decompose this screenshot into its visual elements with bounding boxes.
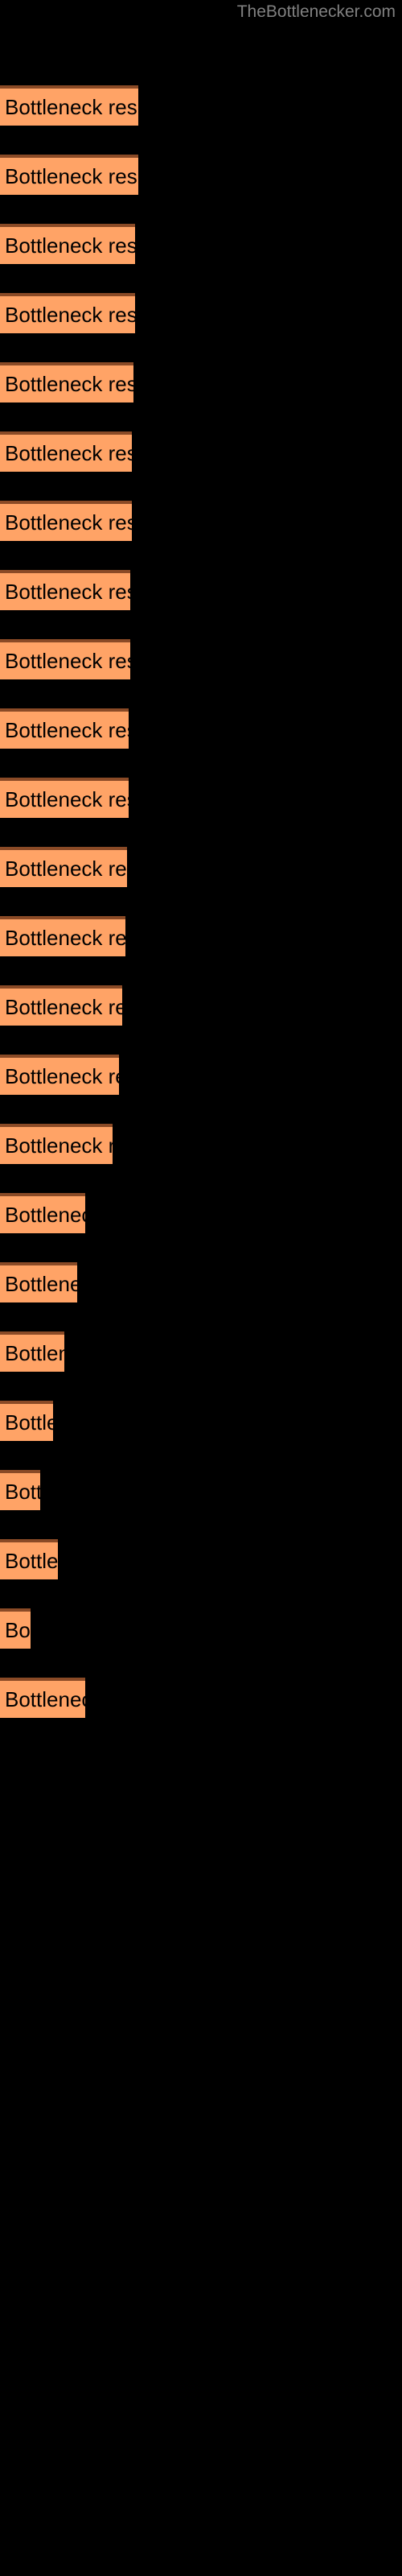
bar-item: Bottleneck result	[0, 1608, 31, 1649]
bar-label: Bottleneck result	[5, 510, 132, 535]
bar-label: Bottleneck result	[5, 1064, 119, 1088]
bar-label: Bottleneck result	[5, 1133, 113, 1158]
bar-label: Bottleneck result	[5, 95, 138, 119]
bar-item: Bottleneck result	[0, 1470, 40, 1510]
bar-item: Bottleneck result	[0, 639, 130, 679]
bar-label: Bottleneck result	[5, 1203, 85, 1227]
bar-item: Bottleneck result	[0, 431, 132, 472]
bar-item: Bottleneck result	[0, 1262, 77, 1302]
bar-label: Bottleneck result	[5, 718, 129, 742]
bar-label: Bottleneck result	[5, 580, 130, 604]
bar-item: Bottleneck result	[0, 916, 125, 956]
bar-label: Bottleneck result	[5, 1410, 53, 1435]
bar-label: Bottleneck result	[5, 995, 122, 1019]
bar-item: Bottleneck result	[0, 293, 135, 333]
bar-label: Bottleneck result	[5, 926, 125, 950]
bar-series: Bottleneck result Bottleneck result Bottle…	[0, 0, 402, 2576]
bar-item: Bottleneck result	[0, 501, 132, 541]
bar-label: Bottleneck result	[5, 1341, 64, 1365]
bar-label: Bottleneck result	[5, 1687, 85, 1711]
bar-item: Bottleneck result	[0, 155, 138, 195]
bar-label: Bottleneck result	[5, 164, 138, 188]
bar-item: Bottleneck result	[0, 1055, 119, 1095]
bar-label: Bottleneck result	[5, 857, 127, 881]
bar-item: Bottleneck result	[0, 708, 129, 749]
bar-item: Bottleneck result	[0, 1678, 85, 1718]
bar-item: Bottleneck result	[0, 1331, 64, 1372]
bar-label: Bottleneck result	[5, 649, 130, 673]
bar-item: Bottleneck result	[0, 362, 133, 402]
bar-label: Bottleneck result	[5, 372, 133, 396]
bar-label: Bottleneck result	[5, 787, 129, 811]
bar-item: Bottleneck result	[0, 570, 130, 610]
bar-item: Bottleneck result	[0, 847, 127, 887]
bar-item: Bottleneck result	[0, 1124, 113, 1164]
bar-item: Bottleneck result	[0, 778, 129, 818]
bar-label: Bottleneck result	[5, 303, 135, 327]
bar-item: Bottleneck result	[0, 1401, 53, 1441]
bar-label: Bottleneck result	[5, 1618, 31, 1642]
bar-item: Bottleneck result	[0, 985, 122, 1026]
bar-item: Bottleneck result	[0, 224, 135, 264]
bar-item: Bottleneck result	[0, 1193, 85, 1233]
bottleneck-chart: TheBottlenecker.com Bottleneck resultBot…	[0, 0, 402, 2576]
bar-label: Bottleneck result	[5, 1272, 77, 1296]
bar-item: Bottleneck result	[0, 85, 138, 126]
bar-label: Bottleneck result	[5, 1480, 40, 1504]
bar-label: Bottleneck result	[5, 441, 132, 465]
bar-item: Bottleneck result	[0, 1539, 58, 1579]
bar-label: Bottleneck result	[5, 1549, 58, 1573]
bar-label: Bottleneck result	[5, 233, 135, 258]
